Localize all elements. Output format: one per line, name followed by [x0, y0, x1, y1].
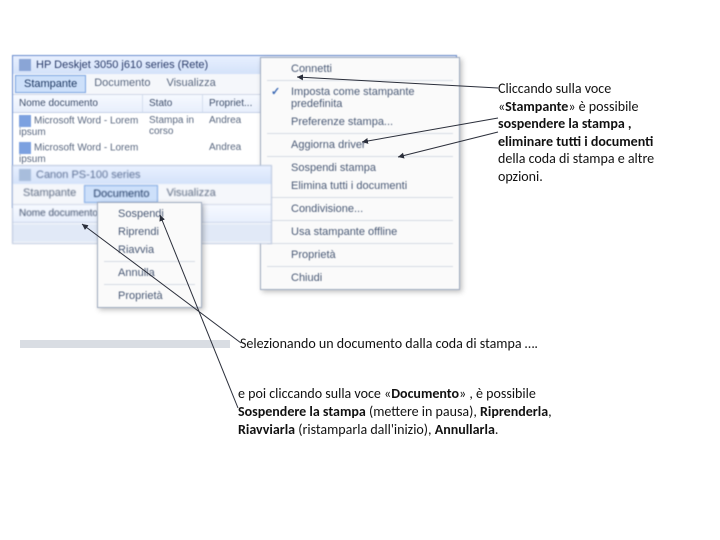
col-nome[interactable]: Nome documento	[13, 95, 143, 112]
menu-item-riprendi[interactable]: Riprendi	[100, 223, 199, 241]
menu-item-elimina[interactable]: Elimina tutti i documenti	[263, 177, 457, 195]
doc-icon	[19, 142, 31, 154]
menu-item-prop-doc[interactable]: Proprietà	[100, 287, 199, 305]
menu-item-predef[interactable]: ✓Imposta come stampante predefinita	[263, 83, 457, 113]
divider	[267, 80, 453, 81]
menu-item-chiudi[interactable]: Chiudi	[263, 269, 457, 287]
window-title-1: HP Deskjet 3050 j610 series (Rete)	[36, 59, 208, 71]
menu-item-sospendi-doc[interactable]: Sospendi	[100, 205, 199, 223]
doc-name: Microsoft Word - Lorem ipsum	[19, 116, 138, 138]
printer-icon	[19, 59, 31, 71]
menu-item-annulla[interactable]: Annulla	[100, 264, 199, 282]
divider	[267, 156, 453, 157]
menu-item-aggiorna[interactable]: Aggiorna driver	[263, 136, 457, 154]
divider	[267, 243, 453, 244]
printer-icon	[19, 169, 31, 181]
documento-menu: Sospendi Riprendi Riavvia Annulla Propri…	[97, 202, 202, 308]
doc-name: Microsoft Word - Lorem ipsum	[19, 143, 138, 165]
titlebar-2: Canon PS-100 series	[13, 166, 271, 184]
menu-item-offline[interactable]: Usa stampante offline	[263, 223, 457, 241]
divider	[267, 133, 453, 134]
doc-icon	[19, 115, 31, 127]
menu-item-condiv[interactable]: Condivisione...	[263, 200, 457, 218]
menu-item-prop[interactable]: Proprietà	[263, 246, 457, 264]
spool-bar	[20, 340, 230, 348]
doc-status: Stampa in corso	[149, 115, 209, 138]
divider	[104, 284, 195, 285]
check-icon: ✓	[271, 85, 280, 98]
menu-item-sospendi[interactable]: Sospendi stampa	[263, 159, 457, 177]
menu-item-riavvia[interactable]: Riavvia	[100, 241, 199, 259]
menu-visualizza-2[interactable]: Visualizza	[158, 185, 223, 203]
menu-item-connetti[interactable]: Connetti	[263, 60, 457, 78]
menu-item-pref[interactable]: Preferenze stampa...	[263, 113, 457, 131]
divider	[267, 220, 453, 221]
menu-documento[interactable]: Documento	[86, 75, 158, 93]
stampante-menu: Connetti ✓Imposta come stampante predefi…	[260, 57, 460, 290]
divider	[267, 266, 453, 267]
callout-stampante: Cliccando sulla voce «Stampante» è possi…	[498, 80, 708, 185]
window-title-2: Canon PS-100 series	[36, 169, 141, 181]
menu-stampante[interactable]: Stampante	[15, 75, 86, 93]
divider	[267, 197, 453, 198]
menu-stampante-2[interactable]: Stampante	[15, 185, 84, 203]
divider	[104, 261, 195, 262]
callout-documento: e poi cliccando sulla voce «Documento» ,…	[238, 385, 658, 440]
col-stato[interactable]: Stato	[143, 95, 203, 112]
menu-documento-2[interactable]: Documento	[84, 185, 158, 203]
menu-visualizza[interactable]: Visualizza	[158, 75, 223, 93]
doc-status	[149, 142, 209, 165]
callout-select-doc: Selezionando un documento dalla coda di …	[240, 335, 538, 352]
